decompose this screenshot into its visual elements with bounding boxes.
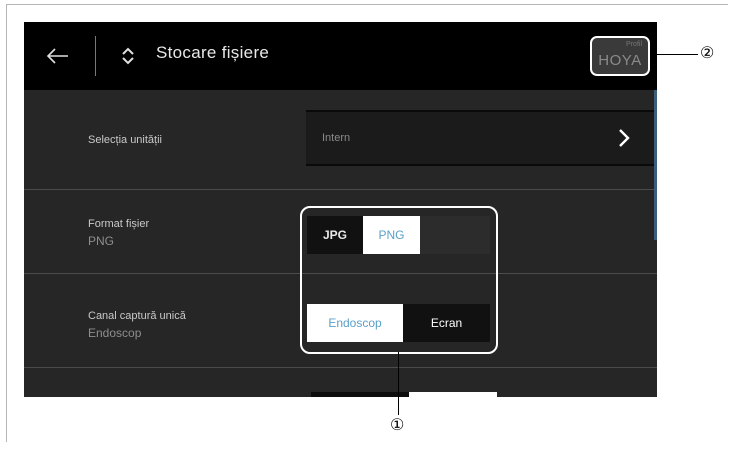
callout-number-1: ①: [390, 417, 405, 434]
capture-channel-current: Endoscop: [88, 326, 142, 340]
next-row-control: [311, 392, 497, 397]
drive-selection-row: Selecția unității Intern: [24, 90, 657, 190]
callout-number-2: ②: [700, 45, 715, 62]
page-title: Stocare fișiere: [156, 43, 270, 62]
drive-selection-label: Selecția unității: [88, 134, 162, 146]
channel-option-ecran[interactable]: Ecran: [403, 304, 490, 342]
next-row-partial: [24, 368, 657, 397]
drive-value: Intern: [322, 132, 351, 144]
back-button[interactable]: [44, 42, 72, 70]
device-screen: Stocare fișiere Profil HOYA Selecția uni…: [24, 22, 657, 397]
channel-option-endoscop[interactable]: Endoscop: [307, 304, 403, 342]
diamond-chevron-icon: [116, 44, 140, 68]
capture-channel-label: Canal captură unică: [88, 310, 186, 322]
profile-name: HOYA: [598, 52, 642, 69]
profile-button[interactable]: Profil HOYA: [590, 36, 650, 76]
next-row-control-selected: [409, 392, 497, 397]
format-option-empty: [420, 216, 490, 254]
callout-line-2: [657, 54, 698, 55]
chevron-right-icon: [619, 129, 630, 147]
file-format-current: PNG: [88, 234, 115, 248]
callout-line-1: [398, 352, 399, 415]
header-divider: [95, 36, 96, 76]
file-format-label: Format fișier: [88, 218, 150, 230]
profile-label: Profil: [626, 41, 642, 48]
scrollbar[interactable]: [654, 90, 657, 240]
arrow-left-icon: [46, 48, 68, 64]
drive-select[interactable]: Intern: [306, 110, 657, 166]
format-option-png[interactable]: PNG: [363, 216, 420, 254]
header-bar: Stocare fișiere Profil HOYA: [24, 22, 657, 90]
format-option-jpg[interactable]: JPG: [307, 216, 363, 254]
